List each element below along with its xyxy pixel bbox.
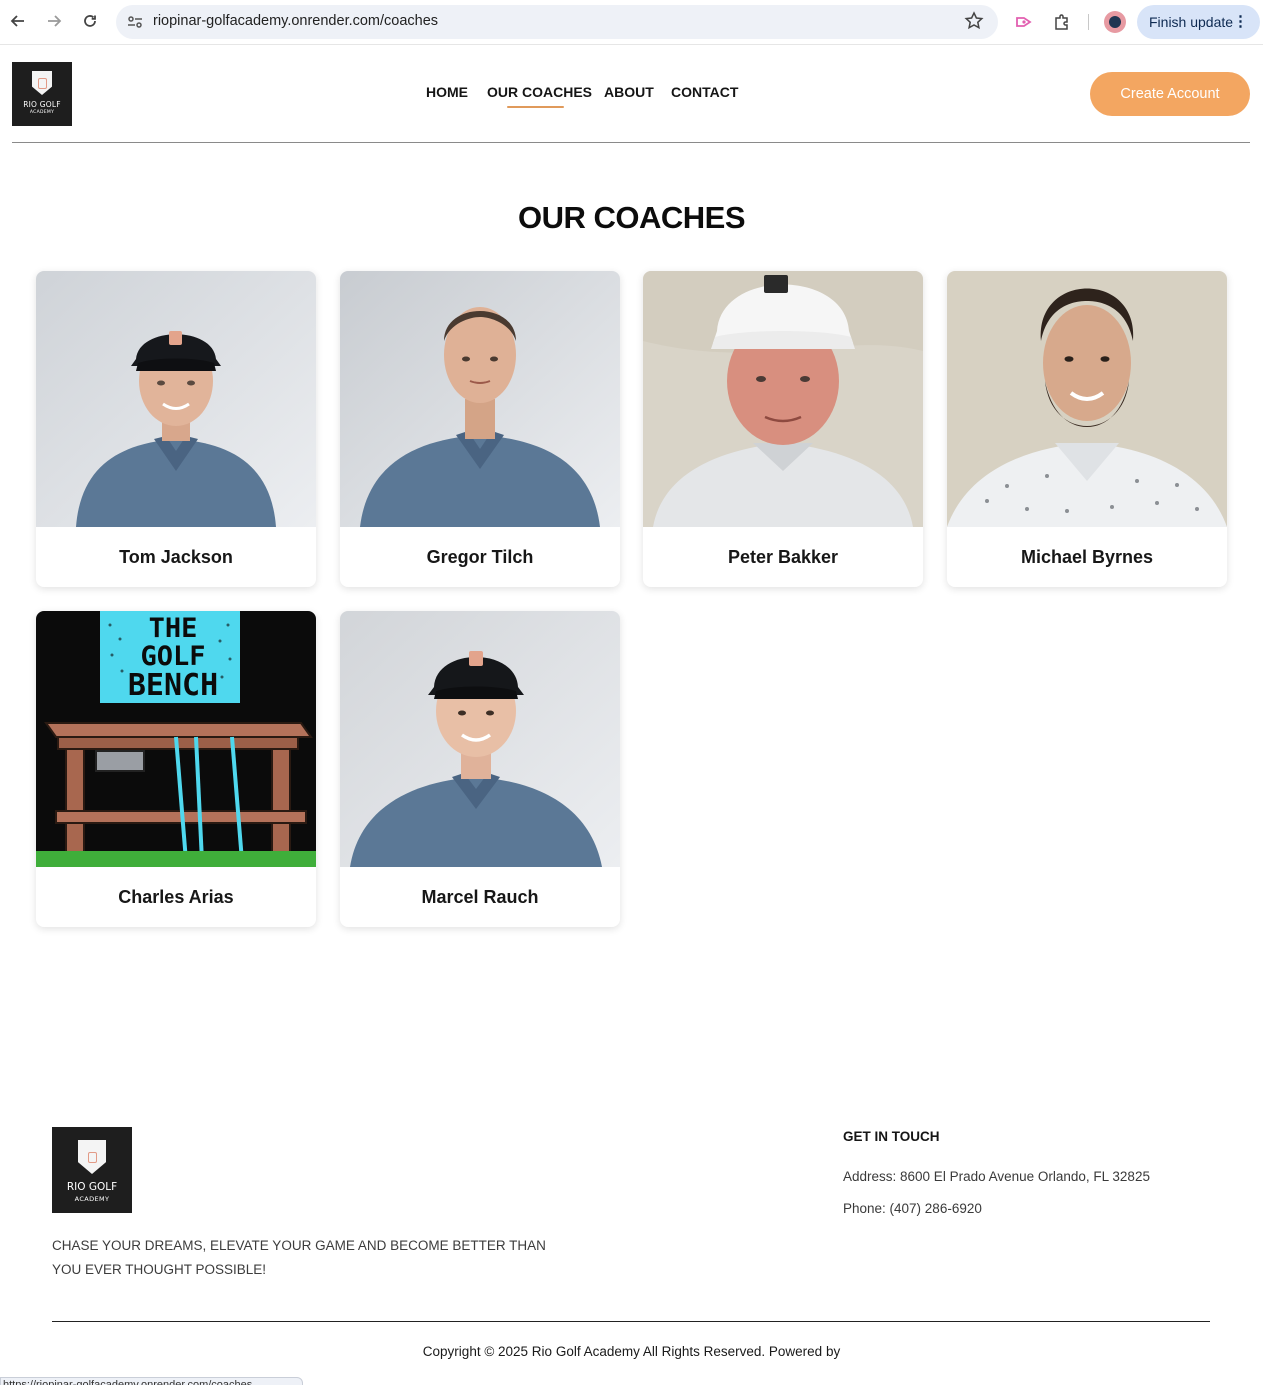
footer-logo[interactable]: RIO GOLF ACADEMY [52,1127,132,1213]
extension-arrow-icon[interactable] [1013,11,1035,33]
link-status-bubble: https://riopinar-golfacademy.onrender.co… [0,1377,303,1385]
extensions-puzzle-icon[interactable] [1051,11,1073,33]
footer-tagline: CHASE YOUR DREAMS, ELEVATE YOUR GAME AND… [52,1238,546,1277]
coach-photo [643,271,923,527]
get-in-touch-heading: GET IN TOUCH [843,1129,940,1144]
coach-photo [947,271,1227,527]
footer-divider [52,1321,1210,1322]
coach-card-peter-bakker[interactable]: Peter Bakker [643,271,923,587]
browser-toolbar: riopinar-golfacademy.onrender.com/coache… [0,0,1263,45]
logo-line1: RIO GOLF [66,1181,118,1193]
url-text[interactable]: riopinar-golfacademy.onrender.com/coache… [153,13,438,29]
photo-text-line3: BENCH [128,668,218,703]
coach-card-gregor-tilch[interactable]: Gregor Tilch [340,271,620,587]
footer-address: Address: 8600 El Prado Avenue Orlando, F… [843,1169,1150,1184]
header-divider [12,142,1250,143]
footer-phone[interactable]: Phone: (407) 286-6920 [843,1201,982,1216]
more-menu-icon[interactable]: ⋮ [1233,13,1248,31]
photo-text-line1: THE [149,613,198,644]
coach-name: Peter Bakker [727,546,839,567]
profile-avatar-icon[interactable] [1104,11,1126,33]
shield-logo-icon [78,1140,106,1174]
coach-photo: THE GOLF BENCH [36,611,316,867]
site-info-icon[interactable] [126,13,144,31]
nav-home[interactable]: HOME [426,84,468,100]
coach-photo [340,611,620,867]
active-nav-indicator [507,106,564,108]
reload-icon[interactable] [79,10,101,32]
forward-arrow-icon[interactable] [43,10,65,32]
coach-name: Tom Jackson [119,546,233,567]
nav-about[interactable]: ABOUT [604,84,654,100]
logo-line2: ACADEMY [74,1194,110,1203]
coach-name: Gregor Tilch [426,546,534,567]
coach-card-tom-jackson[interactable]: Tom Jackson [36,271,316,587]
nav-contact[interactable]: CONTACT [671,84,738,100]
main-nav: HOME OUR COACHES ABOUT CONTACT [0,84,1263,114]
coach-photo [36,271,316,527]
coach-name: Charles Arias [118,886,234,907]
coach-photo [340,271,620,527]
bookmark-star-icon[interactable] [964,11,984,36]
page-title: OUR COACHES [517,200,746,235]
finish-update-button[interactable]: Finish update ⋮ [1137,5,1260,39]
coach-card-michael-byrnes[interactable]: Michael Byrnes [947,271,1227,587]
toolbar-divider [1088,14,1089,30]
coach-card-marcel-rauch[interactable]: Marcel Rauch [340,611,620,927]
coach-name: Marcel Rauch [421,886,539,907]
create-account-button[interactable]: Create Account [1090,72,1250,116]
nav-our-coaches[interactable]: OUR COACHES [487,84,592,100]
copyright-text: Copyright © 2025 Rio Golf Academy All Ri… [422,1344,841,1359]
coach-card-charles-arias[interactable]: THE GOLF BENCH Charles Arias [36,611,316,927]
address-bar[interactable]: riopinar-golfacademy.onrender.com/coache… [116,5,998,39]
back-arrow-icon[interactable] [7,10,29,32]
finish-update-label: Finish update [1149,14,1234,30]
coach-name: Michael Byrnes [1020,546,1154,567]
